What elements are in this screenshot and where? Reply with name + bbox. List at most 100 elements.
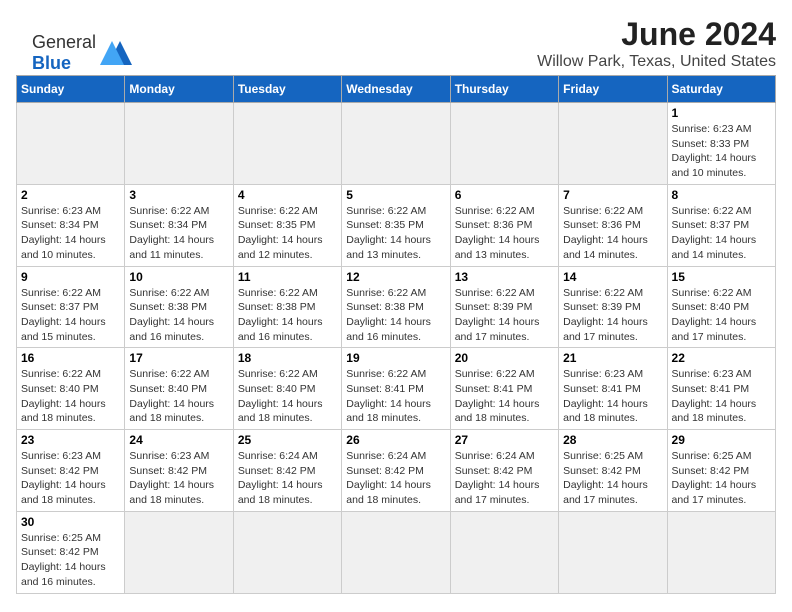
calendar-cell xyxy=(125,103,233,185)
day-number: 26 xyxy=(346,433,445,447)
calendar-cell: 17 Sunrise: 6:22 AM Sunset: 8:40 PM Dayli… xyxy=(125,348,233,430)
day-number: 19 xyxy=(346,351,445,365)
day-number: 29 xyxy=(672,433,771,447)
calendar-cell: 30Sunrise: 6:25 AM Sunset: 8:42 PM Dayli… xyxy=(17,511,125,593)
calendar-cell xyxy=(233,511,341,593)
day-info: Sunrise: 6:22 AM Sunset: 8:36 PM Dayligh… xyxy=(563,204,662,263)
day-number: 12 xyxy=(346,270,445,284)
calendar-cell: 26 Sunrise: 6:24 AM Sunset: 8:42 PM Dayli… xyxy=(342,430,450,512)
day-number: 25 xyxy=(238,433,337,447)
day-info: Sunrise: 6:22 AM Sunset: 8:35 PM Dayligh… xyxy=(238,204,337,263)
day-number: 24 xyxy=(129,433,228,447)
calendar-cell: 20Sunrise: 6:22 AM Sunset: 8:41 PM Dayli… xyxy=(450,348,558,430)
calendar-cell: 22Sunrise: 6:23 AM Sunset: 8:41 PM Dayli… xyxy=(667,348,775,430)
day-info: Sunrise: 6:22 AM Sunset: 8:37 PM Dayligh… xyxy=(21,286,120,345)
calendar-cell xyxy=(233,103,341,185)
calendar-cell: 5 Sunrise: 6:22 AM Sunset: 8:35 PM Daylig… xyxy=(342,184,450,266)
day-number: 1 xyxy=(672,106,771,120)
day-number: 7 xyxy=(563,188,662,202)
day-number: 4 xyxy=(238,188,337,202)
day-info: Sunrise: 6:22 AM Sunset: 8:40 PM Dayligh… xyxy=(238,367,337,426)
day-info: Sunrise: 6:22 AM Sunset: 8:38 PM Dayligh… xyxy=(238,286,337,345)
day-info: Sunrise: 6:22 AM Sunset: 8:35 PM Dayligh… xyxy=(346,204,445,263)
calendar-week-row: 1 Sunrise: 6:23 AM Sunset: 8:33 PM Daylig… xyxy=(17,103,776,185)
day-number: 18 xyxy=(238,351,337,365)
day-of-week-saturday: Saturday xyxy=(667,76,775,103)
day-info: Sunrise: 6:23 AM Sunset: 8:34 PM Dayligh… xyxy=(21,204,120,263)
calendar-cell: 29Sunrise: 6:25 AM Sunset: 8:42 PM Dayli… xyxy=(667,430,775,512)
day-info: Sunrise: 6:22 AM Sunset: 8:41 PM Dayligh… xyxy=(346,367,445,426)
day-number: 3 xyxy=(129,188,228,202)
calendar-cell: 13 Sunrise: 6:22 AM Sunset: 8:39 PM Dayli… xyxy=(450,266,558,348)
day-info: Sunrise: 6:22 AM Sunset: 8:34 PM Dayligh… xyxy=(129,204,228,263)
day-number: 22 xyxy=(672,351,771,365)
calendar-week-row: 16 Sunrise: 6:22 AM Sunset: 8:40 PM Dayli… xyxy=(17,348,776,430)
day-number: 20 xyxy=(455,351,554,365)
calendar-week-row: 30Sunrise: 6:25 AM Sunset: 8:42 PM Dayli… xyxy=(17,511,776,593)
calendar-cell: 12 Sunrise: 6:22 AM Sunset: 8:38 PM Dayli… xyxy=(342,266,450,348)
day-info: Sunrise: 6:23 AM Sunset: 8:42 PM Dayligh… xyxy=(21,449,120,508)
calendar-cell xyxy=(125,511,233,593)
calendar-cell xyxy=(17,103,125,185)
calendar-cell: 18 Sunrise: 6:22 AM Sunset: 8:40 PM Dayli… xyxy=(233,348,341,430)
day-number: 10 xyxy=(129,270,228,284)
calendar-cell xyxy=(667,511,775,593)
calendar-cell: 15Sunrise: 6:22 AM Sunset: 8:40 PM Dayli… xyxy=(667,266,775,348)
day-info: Sunrise: 6:22 AM Sunset: 8:37 PM Dayligh… xyxy=(672,204,771,263)
calendar-cell xyxy=(450,103,558,185)
calendar-cell xyxy=(450,511,558,593)
day-number: 5 xyxy=(346,188,445,202)
calendar-cell: 10 Sunrise: 6:22 AM Sunset: 8:38 PM Dayli… xyxy=(125,266,233,348)
day-of-week-monday: Monday xyxy=(125,76,233,103)
day-number: 23 xyxy=(21,433,120,447)
calendar-table: SundayMondayTuesdayWednesdayThursdayFrid… xyxy=(16,75,776,594)
calendar-header-row: SundayMondayTuesdayWednesdayThursdayFrid… xyxy=(17,76,776,103)
calendar-cell: 1 Sunrise: 6:23 AM Sunset: 8:33 PM Daylig… xyxy=(667,103,775,185)
day-info: Sunrise: 6:22 AM Sunset: 8:38 PM Dayligh… xyxy=(129,286,228,345)
day-info: Sunrise: 6:22 AM Sunset: 8:40 PM Dayligh… xyxy=(129,367,228,426)
day-info: Sunrise: 6:22 AM Sunset: 8:36 PM Dayligh… xyxy=(455,204,554,263)
calendar-cell: 23 Sunrise: 6:23 AM Sunset: 8:42 PM Dayli… xyxy=(17,430,125,512)
day-number: 16 xyxy=(21,351,120,365)
calendar-cell: 9 Sunrise: 6:22 AM Sunset: 8:37 PM Daylig… xyxy=(17,266,125,348)
calendar-cell: 19 Sunrise: 6:22 AM Sunset: 8:41 PM Dayli… xyxy=(342,348,450,430)
day-of-week-sunday: Sunday xyxy=(17,76,125,103)
calendar-cell: 11 Sunrise: 6:22 AM Sunset: 8:38 PM Dayli… xyxy=(233,266,341,348)
day-number: 13 xyxy=(455,270,554,284)
day-of-week-friday: Friday xyxy=(559,76,667,103)
day-number: 2 xyxy=(21,188,120,202)
calendar-cell: 21Sunrise: 6:23 AM Sunset: 8:41 PM Dayli… xyxy=(559,348,667,430)
calendar-week-row: 23 Sunrise: 6:23 AM Sunset: 8:42 PM Dayli… xyxy=(17,430,776,512)
calendar-cell: 4 Sunrise: 6:22 AM Sunset: 8:35 PM Daylig… xyxy=(233,184,341,266)
day-info: Sunrise: 6:22 AM Sunset: 8:40 PM Dayligh… xyxy=(672,286,771,345)
calendar-cell: 8Sunrise: 6:22 AM Sunset: 8:37 PM Daylig… xyxy=(667,184,775,266)
day-number: 11 xyxy=(238,270,337,284)
day-info: Sunrise: 6:25 AM Sunset: 8:42 PM Dayligh… xyxy=(563,449,662,508)
calendar-cell: 24 Sunrise: 6:23 AM Sunset: 8:42 PM Dayli… xyxy=(125,430,233,512)
day-of-week-wednesday: Wednesday xyxy=(342,76,450,103)
calendar-cell: 2 Sunrise: 6:23 AM Sunset: 8:34 PM Daylig… xyxy=(17,184,125,266)
day-info: Sunrise: 6:22 AM Sunset: 8:39 PM Dayligh… xyxy=(563,286,662,345)
calendar-cell: 6 Sunrise: 6:22 AM Sunset: 8:36 PM Daylig… xyxy=(450,184,558,266)
calendar-cell xyxy=(342,511,450,593)
calendar-week-row: 9 Sunrise: 6:22 AM Sunset: 8:37 PM Daylig… xyxy=(17,266,776,348)
day-number: 9 xyxy=(21,270,120,284)
day-info: Sunrise: 6:24 AM Sunset: 8:42 PM Dayligh… xyxy=(346,449,445,508)
day-info: Sunrise: 6:24 AM Sunset: 8:42 PM Dayligh… xyxy=(455,449,554,508)
day-info: Sunrise: 6:22 AM Sunset: 8:38 PM Dayligh… xyxy=(346,286,445,345)
day-of-week-tuesday: Tuesday xyxy=(233,76,341,103)
calendar-cell: 14Sunrise: 6:22 AM Sunset: 8:39 PM Dayli… xyxy=(559,266,667,348)
day-number: 21 xyxy=(563,351,662,365)
day-info: Sunrise: 6:23 AM Sunset: 8:42 PM Dayligh… xyxy=(129,449,228,508)
logo: General Blue xyxy=(32,32,132,74)
day-number: 28 xyxy=(563,433,662,447)
day-info: Sunrise: 6:23 AM Sunset: 8:33 PM Dayligh… xyxy=(672,122,771,181)
day-info: Sunrise: 6:22 AM Sunset: 8:40 PM Dayligh… xyxy=(21,367,120,426)
day-info: Sunrise: 6:24 AM Sunset: 8:42 PM Dayligh… xyxy=(238,449,337,508)
day-number: 17 xyxy=(129,351,228,365)
day-info: Sunrise: 6:22 AM Sunset: 8:39 PM Dayligh… xyxy=(455,286,554,345)
logo-icon xyxy=(100,37,132,69)
calendar-cell: 7 Sunrise: 6:22 AM Sunset: 8:36 PM Daylig… xyxy=(559,184,667,266)
day-number: 6 xyxy=(455,188,554,202)
day-number: 27 xyxy=(455,433,554,447)
